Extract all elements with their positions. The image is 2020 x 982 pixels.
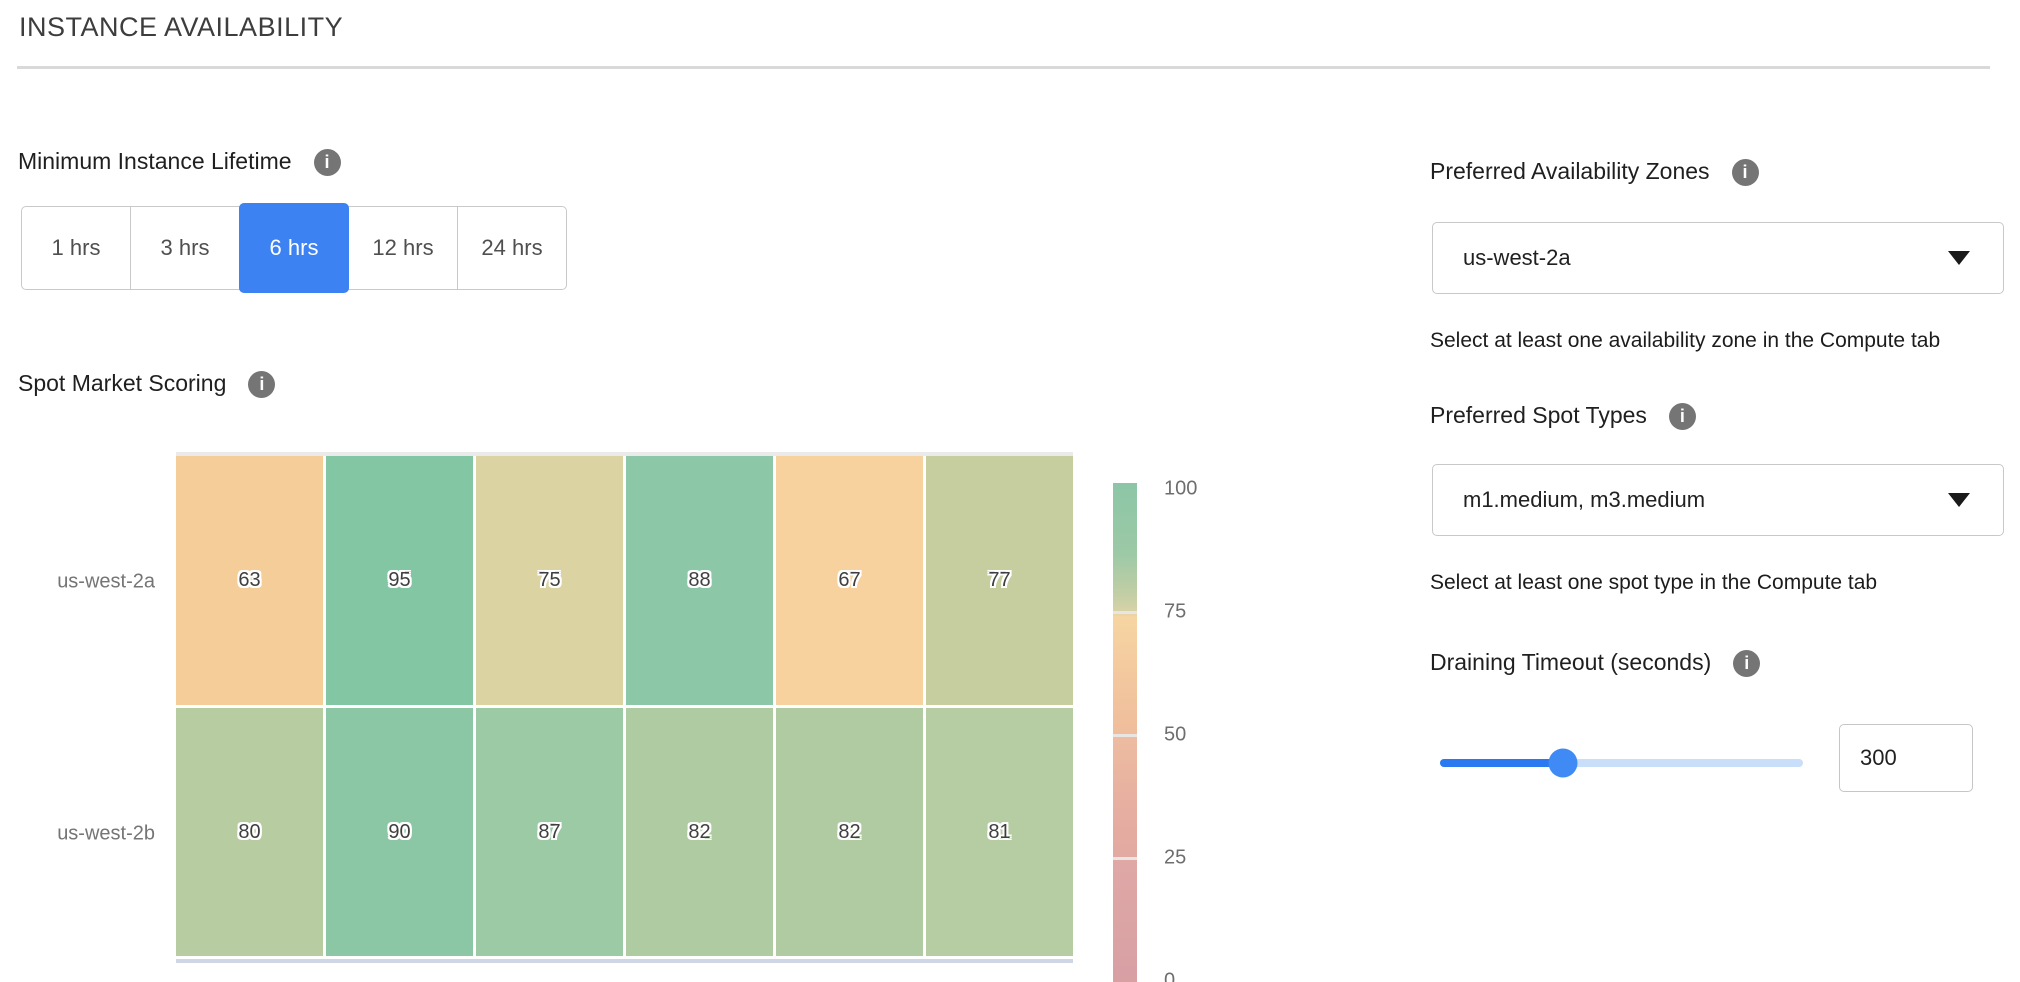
lifetime-button-3hrs[interactable]: 3 hrs	[130, 206, 240, 290]
heatmap-cell-value: 95	[388, 569, 410, 592]
draining-timeout-label: Draining Timeout (seconds)	[1430, 649, 1711, 676]
preferred-spot-types-label: Preferred Spot Types	[1430, 402, 1647, 429]
availability-zones-dropdown[interactable]: us-west-2a	[1432, 222, 2004, 294]
heatmap-cell: 82	[776, 708, 923, 956]
heatmap-cell: 75	[476, 456, 623, 705]
color-scale-divider	[1113, 857, 1137, 860]
spot-types-dropdown[interactable]: m1.medium, m3.medium	[1432, 464, 2004, 536]
lifetime-button-6hrs[interactable]: 6 hrs	[239, 203, 349, 293]
preferred-spot-types-label-row: Preferred Spot Types i	[1430, 401, 1696, 429]
heatmap-cell: 82	[626, 708, 773, 956]
heatmap-cell: 95	[326, 456, 473, 705]
preferred-availability-zones-label-row: Preferred Availability Zones i	[1430, 157, 1759, 185]
heatmap-cell-value: 90	[388, 821, 410, 844]
heatmap-cell: 63	[176, 456, 323, 705]
heatmap-cell: 67	[776, 456, 923, 705]
heatmap-row-label: us-west-2b	[15, 823, 155, 846]
color-scale-tick-label: 50	[1164, 724, 1186, 747]
heatmap-cell-value: 80	[238, 821, 260, 844]
heatmap-color-legend: 1007550250	[1113, 483, 1233, 982]
chevron-down-icon	[1948, 251, 1970, 265]
heatmap-cell-value: 77	[988, 569, 1010, 592]
heatmap-cell: 80	[176, 708, 323, 956]
spot-types-helper-text: Select at least one spot type in the Com…	[1430, 571, 1877, 595]
lifetime-button-12hrs[interactable]: 12 hrs	[348, 206, 458, 290]
color-scale-divider	[1113, 734, 1137, 737]
spot-market-scoring-label: Spot Market Scoring	[18, 370, 226, 397]
color-scale-bar	[1113, 483, 1137, 982]
color-scale-tick-label: 100	[1164, 478, 1197, 501]
color-scale-tick-label: 75	[1164, 601, 1186, 624]
heatmap-cell-value: 63	[238, 569, 260, 592]
slider-handle[interactable]	[1549, 748, 1578, 777]
info-icon[interactable]: i	[1733, 650, 1760, 677]
heatmap-cell-value: 81	[988, 821, 1010, 844]
page-title: INSTANCE AVAILABILITY	[19, 12, 343, 43]
heatmap-row-label: us-west-2a	[15, 571, 155, 594]
heatmap-bottom-axis	[176, 959, 1073, 963]
lifetime-button-24hrs[interactable]: 24 hrs	[457, 206, 567, 290]
heatmap-cell-value: 67	[838, 569, 860, 592]
heatmap-cell: 87	[476, 708, 623, 956]
instance-availability-panel: INSTANCE AVAILABILITY Minimum Instance L…	[0, 0, 2020, 982]
color-scale-tick-label: 0	[1164, 970, 1175, 982]
chevron-down-icon	[1948, 493, 1970, 507]
section-divider	[17, 66, 1990, 69]
availability-zones-dropdown-value: us-west-2a	[1463, 245, 1571, 271]
minimum-instance-lifetime-label-row: Minimum Instance Lifetime i	[18, 147, 341, 175]
heatmap-cell-value: 88	[688, 569, 710, 592]
draining-timeout-slider[interactable]	[1440, 748, 1803, 777]
heatmap-cell: 88	[626, 456, 773, 705]
heatmap-cell-value: 75	[538, 569, 560, 592]
spot-types-dropdown-value: m1.medium, m3.medium	[1463, 487, 1705, 513]
lifetime-button-group: 1 hrs 3 hrs 6 hrs 12 hrs 24 hrs	[21, 206, 567, 293]
info-icon[interactable]: i	[1732, 159, 1759, 186]
spot-market-scoring-label-row: Spot Market Scoring i	[18, 369, 275, 397]
preferred-availability-zones-label: Preferred Availability Zones	[1430, 158, 1710, 185]
heatmap-cell-value: 82	[838, 821, 860, 844]
lifetime-button-1hrs[interactable]: 1 hrs	[21, 206, 131, 290]
spot-market-scoring-heatmap: 63 95 75 88 67 77 80 90 87 82 82 81	[176, 456, 1073, 959]
color-scale-divider	[1113, 611, 1137, 614]
slider-fill	[1440, 759, 1563, 767]
heatmap-cell: 81	[926, 708, 1073, 956]
info-icon[interactable]: i	[314, 149, 341, 176]
info-icon[interactable]: i	[1669, 403, 1696, 430]
color-scale-tick-label: 25	[1164, 847, 1186, 870]
heatmap-cell: 90	[326, 708, 473, 956]
heatmap-cell: 77	[926, 456, 1073, 705]
info-icon[interactable]: i	[248, 371, 275, 398]
availability-zones-helper-text: Select at least one availability zone in…	[1430, 329, 1940, 353]
heatmap-cell-value: 82	[688, 821, 710, 844]
draining-timeout-label-row: Draining Timeout (seconds) i	[1430, 648, 1760, 676]
minimum-instance-lifetime-label: Minimum Instance Lifetime	[18, 148, 292, 175]
heatmap-cell-value: 87	[538, 821, 560, 844]
draining-timeout-input[interactable]	[1839, 724, 1973, 792]
